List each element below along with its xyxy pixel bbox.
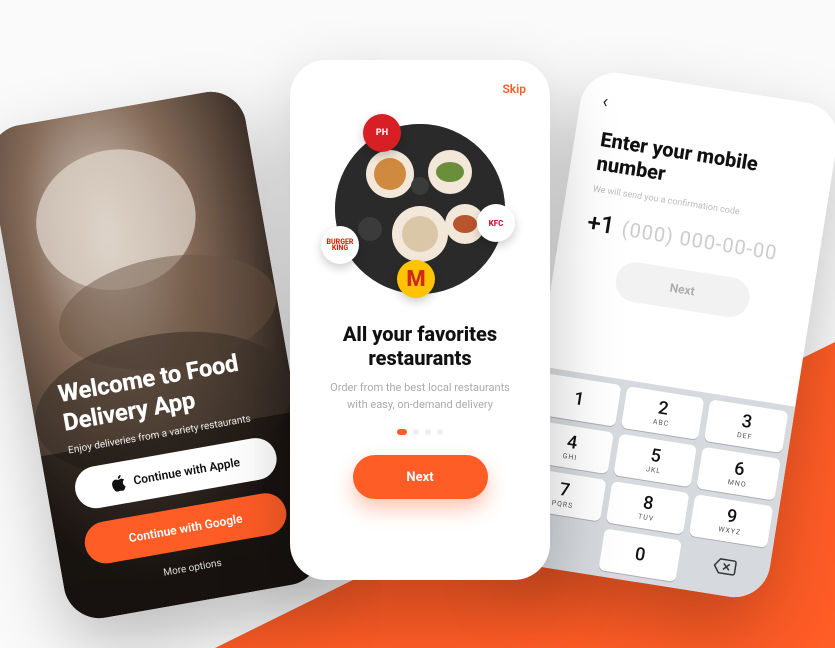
apple-button-label: Continue with Apple (132, 455, 241, 488)
country-code: +1 (585, 208, 616, 240)
mcdonalds-badge-icon: M (397, 260, 435, 298)
keypad-key-9[interactable]: 9WXYZ (689, 494, 773, 548)
welcome-screen: Welcome to Food Delivery App Enjoy deliv… (0, 86, 326, 624)
keypad-key-3[interactable]: 3DEF (704, 399, 788, 453)
pizza-hut-badge-icon: PH (363, 114, 401, 152)
keypad-key-6[interactable]: 6MNO (697, 447, 781, 501)
onboarding-screen: Skip PH BURGER KING M KFC All your (290, 60, 550, 580)
kfc-badge-icon: KFC (477, 204, 515, 242)
page-dot (413, 429, 419, 435)
page-dot (425, 429, 431, 435)
keypad-delete[interactable] (682, 542, 766, 596)
restaurant-hero: PH BURGER KING M KFC (335, 124, 505, 294)
page-dot (397, 429, 407, 435)
onboarding-title: All your favorites restaurants (314, 322, 526, 370)
back-button[interactable]: ‹ (601, 91, 610, 113)
numeric-keypad: 1 2ABC 3DEF 4GHI 5JKL 6MNO 7PQRS 8TUV 9W… (507, 366, 795, 602)
page-indicator (397, 429, 443, 435)
keypad-key-8[interactable]: 8TUV (605, 481, 689, 535)
keypad-key-5[interactable]: 5JKL (613, 434, 697, 488)
page-dot (437, 429, 443, 435)
google-button-label: Continue with Google (128, 511, 244, 545)
backspace-icon (710, 556, 737, 581)
phone-placeholder: (000) 000-00-00 (620, 217, 779, 265)
onboarding-description: Order from the best local restaurants wi… (325, 380, 515, 413)
next-button[interactable]: Next (353, 455, 488, 499)
keypad-key-2[interactable]: 2ABC (620, 386, 704, 440)
burger-king-badge-icon: BURGER KING (321, 226, 359, 264)
skip-button[interactable]: Skip (502, 82, 526, 96)
apple-icon (110, 474, 127, 492)
next-button-disabled[interactable]: Next (612, 259, 752, 320)
chevron-left-icon: ‹ (601, 91, 610, 113)
keypad-key-0[interactable]: 0 (598, 528, 682, 582)
